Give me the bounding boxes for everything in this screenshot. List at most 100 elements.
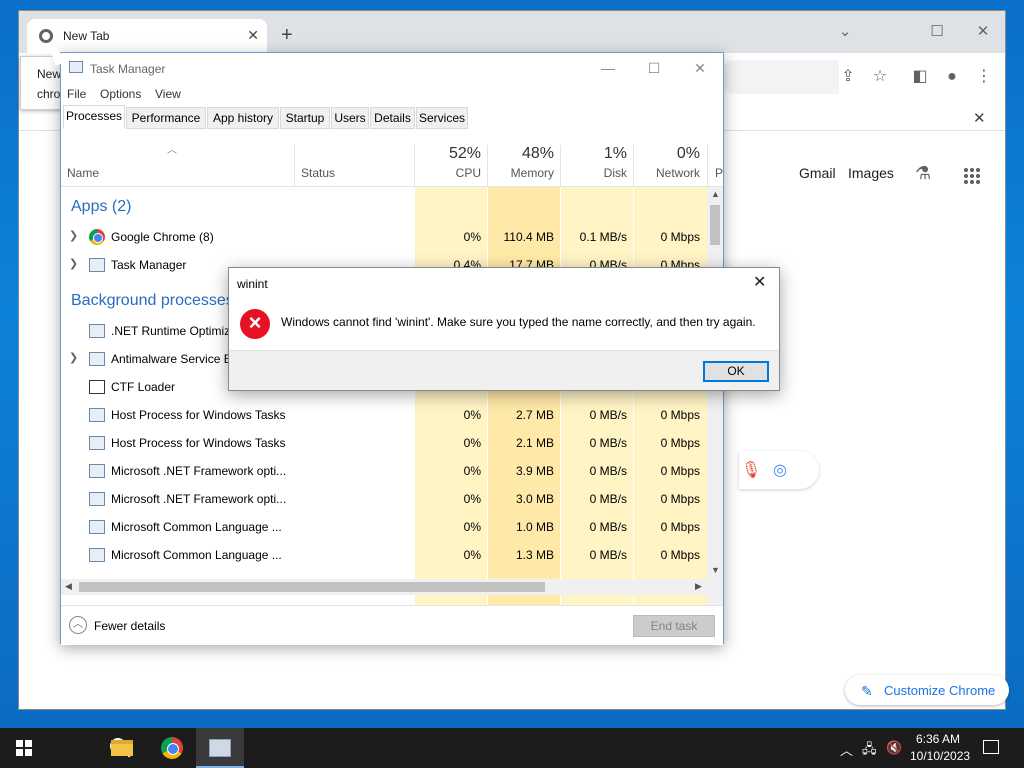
voice-search-icon[interactable]: 🎙 xyxy=(741,460,761,480)
chrome-menu-icon[interactable]: ⋮ xyxy=(973,66,995,88)
col-cpu[interactable]: CPU xyxy=(421,166,481,180)
col-separator xyxy=(633,145,634,187)
disk-value: 0 MB/s xyxy=(589,408,627,422)
labs-flask-icon[interactable]: ⚗ xyxy=(915,163,931,184)
expand-chevron-icon[interactable]: ❯ xyxy=(69,229,78,242)
task-manager-app-icon xyxy=(89,258,105,272)
table-row[interactable]: ❯ Google Chrome (8) 0% 110.4 MB 0.1 MB/s… xyxy=(61,223,707,251)
col-status[interactable]: Status xyxy=(301,166,335,180)
col-name[interactable]: Name xyxy=(67,166,99,180)
search-box-tail[interactable]: 🎙 ◎ xyxy=(739,451,819,489)
images-link[interactable]: Images xyxy=(848,165,894,181)
lens-search-icon[interactable]: ◎ xyxy=(773,460,787,480)
ok-button[interactable]: OK xyxy=(703,361,769,382)
scroll-down-icon[interactable]: ▼ xyxy=(711,565,720,575)
customize-chrome-button[interactable]: ✎ Customize Chrome xyxy=(845,675,1009,705)
table-row[interactable]: Microsoft .NET Framework opti... 0% 3.9 … xyxy=(61,457,707,485)
network-total[interactable]: 0% xyxy=(640,145,700,163)
table-row[interactable]: Microsoft .NET Framework opti... 0% 3.0 … xyxy=(61,485,707,513)
table-row[interactable]: Microsoft Common Language ... 0% 1.3 MB … xyxy=(61,541,707,569)
fewer-details-link[interactable]: Fewer details xyxy=(94,619,165,633)
cpu-total[interactable]: 52% xyxy=(421,145,481,163)
collapse-chevron-icon[interactable]: ︿ xyxy=(69,616,87,634)
tm-minimize-button[interactable]: — xyxy=(585,53,631,83)
table-row[interactable]: Microsoft Common Language ... 0% 1.0 MB … xyxy=(61,513,707,541)
tm-close-button[interactable]: ✕ xyxy=(677,53,723,83)
share-icon[interactable]: ⇪ xyxy=(837,66,859,88)
service-window-icon xyxy=(89,324,105,338)
service-window-icon xyxy=(89,520,105,534)
process-name: Google Chrome (8) xyxy=(111,230,214,244)
tab-details[interactable]: Details xyxy=(370,107,415,129)
google-apps-icon[interactable] xyxy=(963,167,981,185)
gmail-link[interactable]: Gmail xyxy=(799,165,836,181)
col-memory[interactable]: Memory xyxy=(494,166,554,180)
dialog-close-icon[interactable]: ✕ xyxy=(753,272,766,292)
disk-value: 0 MB/s xyxy=(589,436,627,450)
new-tab-button[interactable]: + xyxy=(281,25,293,45)
menu-view[interactable]: View xyxy=(155,87,181,101)
taskbar-search-button[interactable] xyxy=(48,728,126,768)
omnibox[interactable] xyxy=(719,60,839,94)
chrome-maximize-button[interactable]: ☐ xyxy=(915,17,959,47)
ctf-loader-icon xyxy=(89,380,105,394)
infobar-close-icon[interactable]: ✕ xyxy=(973,109,986,127)
clock-date[interactable]: 10/10/2023 xyxy=(910,749,970,763)
chrome-tab-new-tab[interactable]: New Tab ✕ xyxy=(27,19,267,53)
notification-icon[interactable] xyxy=(983,740,999,754)
tray-chevron-up-icon[interactable]: ︿ xyxy=(840,740,853,759)
cpu-value: 0% xyxy=(463,548,481,562)
tab-services[interactable]: Services xyxy=(416,107,468,129)
table-row[interactable]: Host Process for Windows Tasks 0% 2.1 MB… xyxy=(61,429,707,457)
chrome-close-button[interactable]: ✕ xyxy=(961,17,1005,47)
service-window-icon xyxy=(89,492,105,506)
process-name: Host Process for Windows Tasks xyxy=(111,408,286,422)
expand-chevron-icon[interactable]: ❯ xyxy=(69,257,78,270)
expand-chevron-icon[interactable]: ❯ xyxy=(69,351,78,364)
col-separator xyxy=(487,145,488,187)
col-disk[interactable]: Disk xyxy=(567,166,627,180)
service-window-icon xyxy=(89,352,105,366)
table-row[interactable]: Host Process for Windows Tasks 0% 2.7 MB… xyxy=(61,401,707,429)
sort-up-icon: ︿ xyxy=(167,145,177,156)
task-manager-title: Task Manager xyxy=(90,62,166,76)
tab-performance[interactable]: Performance xyxy=(126,107,206,129)
volume-muted-icon[interactable]: 🔇 xyxy=(886,740,902,756)
disk-value: 0 MB/s xyxy=(589,492,627,506)
process-name: Microsoft .NET Framework opti... xyxy=(111,492,287,506)
scroll-right-icon[interactable]: ▶ xyxy=(695,581,702,592)
scroll-up-icon[interactable]: ▲ xyxy=(711,189,720,199)
memory-value: 1.3 MB xyxy=(515,548,554,562)
taskbar-task-manager[interactable] xyxy=(196,728,244,768)
end-task-button[interactable]: End task xyxy=(633,615,715,637)
scroll-left-icon[interactable]: ◀ xyxy=(65,581,72,592)
error-icon: × xyxy=(240,309,270,339)
col-network[interactable]: Network xyxy=(640,166,700,180)
taskbar: ︿ 🖧 🔇 6:36 AM 10/10/2023 xyxy=(0,728,1024,768)
horizontal-scroll-thumb[interactable] xyxy=(79,582,545,592)
tab-processes[interactable]: Processes xyxy=(63,105,125,129)
taskbar-chrome[interactable] xyxy=(147,728,195,768)
network-icon[interactable]: 🖧 xyxy=(862,740,877,762)
taskbar-file-explorer[interactable] xyxy=(97,728,145,768)
bookmark-star-icon[interactable]: ☆ xyxy=(869,66,891,88)
tab-startup[interactable]: Startup xyxy=(280,107,330,129)
process-name: .NET Runtime Optimiz xyxy=(111,324,231,338)
start-button[interactable] xyxy=(0,728,48,768)
menu-options[interactable]: Options xyxy=(100,87,141,101)
tm-maximize-button[interactable]: ☐ xyxy=(631,53,677,83)
close-tab-icon[interactable]: ✕ xyxy=(247,27,259,44)
memory-total[interactable]: 48% xyxy=(494,145,554,163)
tab-search-icon[interactable]: ⌄ xyxy=(823,17,867,47)
vertical-scroll-thumb[interactable] xyxy=(710,205,720,245)
service-window-icon xyxy=(89,548,105,562)
disk-total[interactable]: 1% xyxy=(567,145,627,163)
process-name: Microsoft Common Language ... xyxy=(111,520,282,534)
profile-avatar-icon[interactable]: ● xyxy=(941,66,963,88)
tab-app-history[interactable]: App history xyxy=(207,107,279,129)
col-power-partial[interactable]: P xyxy=(715,166,723,180)
tab-users[interactable]: Users xyxy=(331,107,369,129)
clock-time[interactable]: 6:36 AM xyxy=(916,732,960,746)
side-panel-icon[interactable]: ◧ xyxy=(909,66,931,88)
menu-file[interactable]: File xyxy=(67,87,86,101)
